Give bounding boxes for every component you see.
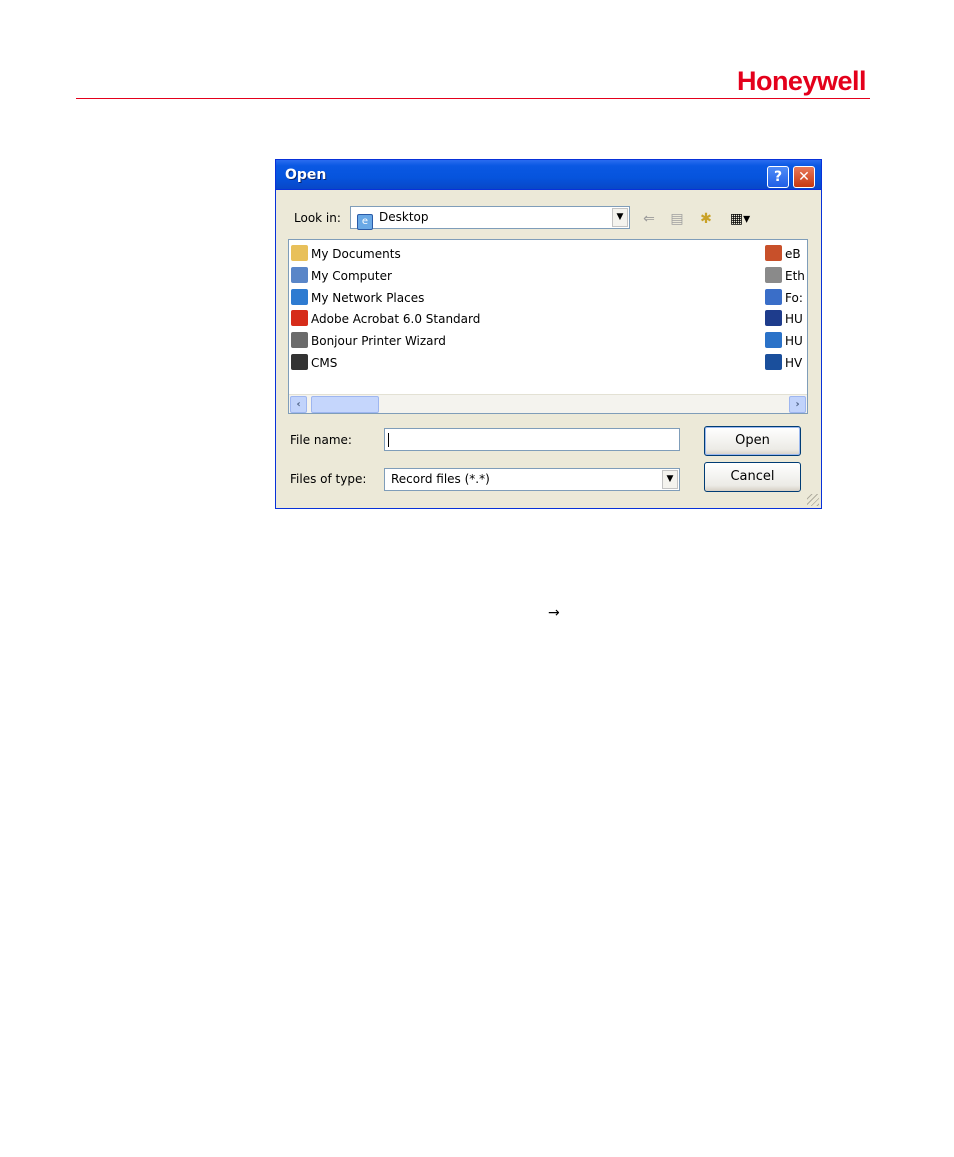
list-item[interactable]: HV xyxy=(765,353,802,373)
hu-window-icon xyxy=(765,310,782,327)
acrobat-icon xyxy=(291,310,308,327)
up-folder-icon[interactable]: ▤ xyxy=(666,209,688,229)
look-in-label: Look in: xyxy=(294,211,341,225)
cancel-button[interactable]: Cancel xyxy=(704,462,801,492)
hv-shortcut-icon xyxy=(765,354,782,370)
files-of-type-dropdown[interactable]: Record files (*.*) ▼ xyxy=(384,468,680,491)
list-item-label: My Network Places xyxy=(311,290,425,305)
look-in-dropdown[interactable]: e Desktop ▼ xyxy=(350,206,630,230)
view-menu-icon[interactable]: ▦▾ xyxy=(724,209,756,229)
list-item[interactable]: Fo: xyxy=(765,288,803,308)
list-item-label: Fo: xyxy=(785,290,803,305)
back-icon[interactable]: ⇐ xyxy=(638,209,660,229)
text-caret xyxy=(388,433,389,447)
dialog-title: Open xyxy=(285,167,327,183)
list-item[interactable]: Adobe Acrobat 6.0 Standard xyxy=(291,309,480,329)
scroll-thumb[interactable] xyxy=(311,396,379,413)
look-in-value: Desktop xyxy=(379,210,429,224)
list-item[interactable]: HU xyxy=(765,309,803,329)
files-of-type-value: Record files (*.*) xyxy=(391,472,490,486)
chevron-down-icon[interactable]: ▼ xyxy=(612,208,628,227)
my-documents-icon xyxy=(291,245,308,261)
fo-shortcut-icon xyxy=(765,288,782,305)
horizontal-scrollbar[interactable]: ‹ › xyxy=(289,394,807,413)
resize-grip-icon[interactable] xyxy=(807,494,819,506)
header-rule xyxy=(76,98,870,99)
file-name-input[interactable] xyxy=(384,428,680,451)
list-item[interactable]: My Documents xyxy=(291,244,401,264)
ethereal-icon xyxy=(765,266,782,283)
scroll-left-icon[interactable]: ‹ xyxy=(290,396,307,413)
list-item-label: My Computer xyxy=(311,268,392,283)
scroll-right-icon[interactable]: › xyxy=(789,396,806,413)
open-dialog: Open ? ✕ Look in: e Desktop ▼ ⇐ ▤ ✱ ▦▾ My… xyxy=(275,159,822,509)
list-item[interactable]: eB xyxy=(765,244,801,264)
list-item-label: eB xyxy=(785,247,801,261)
chevron-down-icon[interactable]: ▼ xyxy=(662,470,678,489)
cms-icon xyxy=(291,354,308,370)
list-item[interactable]: My Network Places xyxy=(291,288,424,308)
desktop-icon: e xyxy=(357,214,373,230)
network-places-icon xyxy=(291,288,308,305)
my-computer-icon xyxy=(291,266,308,283)
help-button[interactable]: ? xyxy=(767,166,789,188)
hu-globe-icon xyxy=(765,332,782,349)
list-item-label: CMS xyxy=(311,356,338,370)
list-item-label: Bonjour Printer Wizard xyxy=(311,334,446,349)
list-item-label: HV xyxy=(785,356,803,370)
new-folder-icon[interactable]: ✱ xyxy=(695,209,717,229)
list-item[interactable]: Bonjour Printer Wizard xyxy=(291,331,446,351)
honeywell-logo: Honeywell xyxy=(736,66,867,96)
list-item-label: Adobe Acrobat 6.0 Standard xyxy=(311,312,481,327)
list-item-label: HU xyxy=(785,312,803,327)
list-item[interactable]: Eth xyxy=(765,266,805,286)
arrow-glyph: → xyxy=(548,605,560,621)
file-list[interactable]: My Documents My Computer My Network Places… xyxy=(288,239,808,414)
close-button[interactable]: ✕ xyxy=(793,166,815,188)
eb-shortcut-icon xyxy=(765,245,782,261)
list-item-label: Eth xyxy=(785,268,805,283)
list-item-label: My Documents xyxy=(311,247,401,261)
list-item[interactable]: My Computer xyxy=(291,266,392,286)
title-bar[interactable]: Open ? ✕ xyxy=(276,160,821,190)
list-item[interactable]: HU xyxy=(765,331,803,351)
file-name-label: File name: xyxy=(290,433,352,447)
files-of-type-label: Files of type: xyxy=(290,472,367,486)
open-button[interactable]: Open xyxy=(704,426,801,456)
list-item[interactable]: CMS xyxy=(291,353,337,373)
printer-icon xyxy=(291,332,308,349)
list-item-label: HU xyxy=(785,334,803,349)
